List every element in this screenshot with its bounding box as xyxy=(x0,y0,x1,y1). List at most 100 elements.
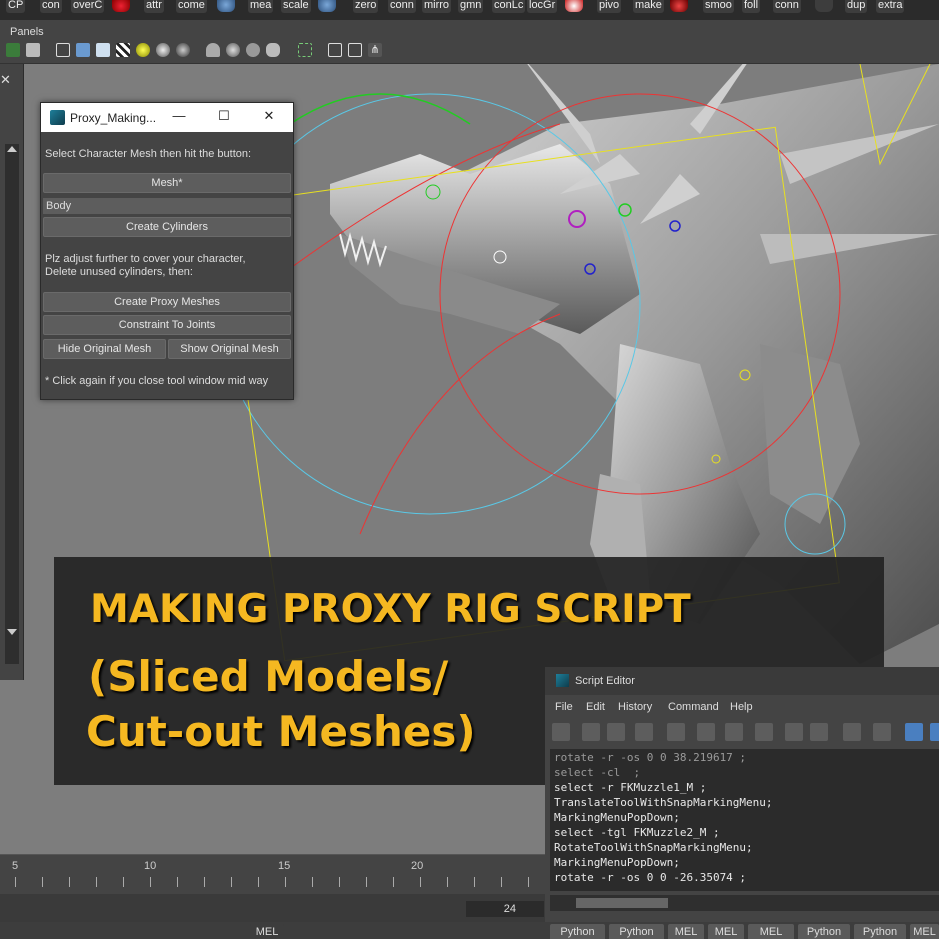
menu-help[interactable]: Help xyxy=(730,701,753,713)
range-slider[interactable] xyxy=(0,894,545,922)
open-folder-icon[interactable] xyxy=(552,723,570,741)
create-proxy-meshes-button[interactable]: Create Proxy Meshes xyxy=(43,292,291,312)
shelf-button-mirro[interactable]: mirro xyxy=(422,0,452,13)
shelf-button-make[interactable]: make xyxy=(633,0,664,13)
shelf-button-conn2[interactable]: conn xyxy=(773,0,801,13)
window-title-bar[interactable]: Proxy_Making... — ☐ ✕ xyxy=(41,103,293,132)
shelf-button-mea[interactable]: mea xyxy=(248,0,274,13)
shelf-red-icon[interactable] xyxy=(112,0,130,12)
checker-icon[interactable] xyxy=(116,43,130,57)
mel-tab[interactable]: MEL xyxy=(668,924,704,939)
shelf-button-locgr[interactable]: locGr xyxy=(527,0,558,13)
execute-icon[interactable] xyxy=(930,723,939,741)
menu-history[interactable]: History xyxy=(618,701,652,713)
mesh-button[interactable]: Mesh* xyxy=(43,173,291,193)
python-tab[interactable]: Python xyxy=(609,924,664,939)
shelf-button-scale[interactable]: scale xyxy=(281,0,311,13)
clear-all-icon[interactable] xyxy=(725,723,743,741)
horizontal-scrollbar[interactable] xyxy=(550,895,939,911)
shelf-button-dup[interactable]: dup xyxy=(845,0,868,13)
hide-original-mesh-button[interactable]: Hide Original Mesh xyxy=(43,339,166,359)
python-tab[interactable]: Python xyxy=(798,924,850,939)
python-tab[interactable]: Python xyxy=(550,924,605,939)
shelf-button-pivo[interactable]: pivo xyxy=(597,0,622,13)
script-editor-title-bar[interactable]: Script Editor xyxy=(545,667,939,695)
shelf-eyes-icon[interactable] xyxy=(217,0,235,12)
menu-file[interactable]: File xyxy=(555,701,573,713)
maximize-button[interactable]: ☐ xyxy=(216,108,232,124)
scrollbar-thumb[interactable] xyxy=(576,898,668,908)
mel-tab[interactable]: MEL xyxy=(708,924,744,939)
save-script-icon[interactable] xyxy=(607,723,625,741)
end-frame-field[interactable]: 24 xyxy=(466,901,544,917)
rig-control-curve[interactable] xyxy=(289,93,471,125)
shelf-button-extra[interactable]: extra xyxy=(876,0,905,13)
shelf-blue-icon[interactable] xyxy=(318,0,336,12)
isolate-icon[interactable] xyxy=(206,43,220,57)
show-both-icon[interactable] xyxy=(810,723,828,741)
constraint-to-joints-button[interactable]: Constraint To Joints xyxy=(43,315,291,335)
textured-cube-icon[interactable] xyxy=(96,43,110,57)
python-tab[interactable]: Python xyxy=(854,924,906,939)
minimize-button[interactable]: — xyxy=(171,108,187,123)
shelf-button-con[interactable]: con xyxy=(40,0,62,13)
shadow-sphere-icon[interactable] xyxy=(156,43,170,57)
clear-input-icon[interactable] xyxy=(697,723,715,741)
script-editor-history[interactable]: rotate -r -os 0 0 38.219617 ; select -cl… xyxy=(550,749,939,891)
shelf-button-come[interactable]: come xyxy=(176,0,207,13)
echo-commands-icon[interactable] xyxy=(843,723,861,741)
vertical-scrollbar[interactable] xyxy=(5,144,19,664)
left-dock-panel: ✕ xyxy=(0,64,24,680)
show-input-icon[interactable] xyxy=(785,723,803,741)
ao-sphere-icon[interactable] xyxy=(176,43,190,57)
mel-tab[interactable]: MEL xyxy=(250,924,284,939)
motion-blur-icon[interactable] xyxy=(246,43,260,57)
menu-command[interactable]: Command xyxy=(668,701,719,713)
scroll-down-icon[interactable] xyxy=(7,629,17,635)
shelf-button-conn[interactable]: conn xyxy=(388,0,416,13)
clear-history-icon[interactable] xyxy=(667,723,685,741)
light-icon[interactable] xyxy=(136,43,150,57)
shelf-button-foll[interactable]: foll xyxy=(742,0,761,13)
shelf-button-overc[interactable]: overC xyxy=(71,0,105,13)
shelf-joint-icon[interactable] xyxy=(815,0,833,12)
scroll-up-icon[interactable] xyxy=(7,146,17,152)
menu-edit[interactable]: Edit xyxy=(586,701,605,713)
panel-menu-bar: Panels ⋔ xyxy=(0,20,939,64)
blur-icon[interactable] xyxy=(226,43,240,57)
wireframe-cube-icon[interactable] xyxy=(56,43,70,57)
time-tick xyxy=(312,877,313,887)
show-original-mesh-button[interactable]: Show Original Mesh xyxy=(168,339,291,359)
time-slider[interactable]: 5 10 15 20 xyxy=(0,854,545,894)
share-icon[interactable]: ⋔ xyxy=(368,43,382,57)
create-cylinders-button[interactable]: Create Cylinders xyxy=(43,217,291,237)
source-script-icon[interactable] xyxy=(582,723,600,741)
two-cubes-icon[interactable] xyxy=(348,43,362,57)
panels-menu[interactable]: Panels xyxy=(10,26,44,38)
shelf-button-zero[interactable]: zero xyxy=(353,0,379,13)
mel-tab[interactable]: MEL xyxy=(910,924,939,939)
shelf-button-attr[interactable]: attr xyxy=(144,0,164,13)
shelf-button-smoo[interactable]: smoo xyxy=(703,0,734,13)
xray-cube-icon[interactable] xyxy=(328,43,342,57)
shelf-button-cp[interactable]: CP xyxy=(6,0,26,13)
aa-icon[interactable] xyxy=(266,43,280,57)
shelf-button-gmn[interactable]: gmn xyxy=(458,0,484,13)
shelf-red2-icon[interactable] xyxy=(670,0,688,12)
line-numbers-icon[interactable] xyxy=(873,723,891,741)
rig-control-curve[interactable] xyxy=(359,313,561,535)
shelf-button-conlc[interactable]: conLc xyxy=(492,0,526,13)
shelf-eye-icon[interactable] xyxy=(565,0,583,12)
close-icon[interactable]: ✕ xyxy=(0,72,11,88)
smooth-shade-cube-icon[interactable] xyxy=(76,43,90,57)
text-icon[interactable] xyxy=(26,43,40,57)
mel-tab[interactable]: MEL xyxy=(748,924,794,939)
execute-all-icon[interactable] xyxy=(905,723,923,741)
show-history-icon[interactable] xyxy=(755,723,773,741)
close-button[interactable]: ✕ xyxy=(261,108,277,124)
history-line: RotateToolWithSnapMarkingMenu; xyxy=(554,841,753,854)
save-to-shelf-icon[interactable] xyxy=(635,723,653,741)
resolution-gate-icon[interactable] xyxy=(298,43,312,57)
mesh-field[interactable]: Body xyxy=(43,198,291,214)
select-camera-icon[interactable] xyxy=(6,43,20,57)
